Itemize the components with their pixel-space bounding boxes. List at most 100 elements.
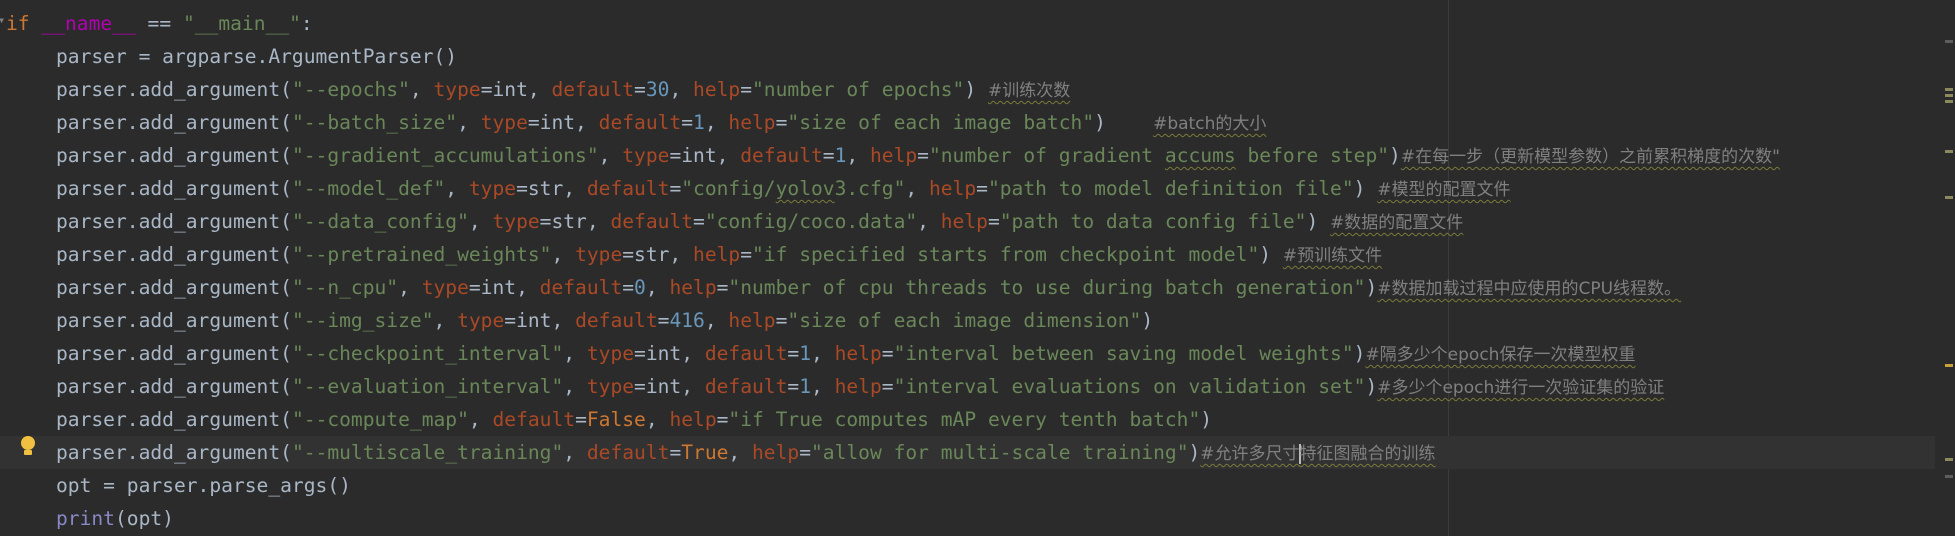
number-token: 30 xyxy=(645,78,670,101)
code-token: = xyxy=(716,276,729,299)
code-line[interactable]: parser.add_argument("--n_cpu", type=int,… xyxy=(0,271,1935,304)
code-token: parser.add_argument( xyxy=(56,144,292,167)
stripe-mark[interactable] xyxy=(1945,196,1953,199)
code-token: , xyxy=(398,276,422,299)
stripe-mark[interactable] xyxy=(1945,88,1953,91)
line-text: parser.add_argument("--pretrained_weight… xyxy=(56,238,1382,273)
string-token: "--batch_size" xyxy=(291,111,458,134)
param-token: default xyxy=(539,276,623,299)
stripe-mark[interactable] xyxy=(1945,40,1953,43)
param-token: help xyxy=(869,144,918,167)
keyword-token: True xyxy=(681,441,729,464)
line-text: opt = parser.parse_args() xyxy=(56,469,351,502)
code-line[interactable]: parser.add_argument("--pretrained_weight… xyxy=(0,238,1935,271)
line-text: parser.add_argument("--img_size", type=i… xyxy=(56,304,1153,337)
code-token: , xyxy=(563,441,587,464)
lightbulb-icon[interactable] xyxy=(20,436,36,460)
code-line[interactable]: parser.add_argument("--compute_map", def… xyxy=(0,403,1935,436)
typo-token: accums xyxy=(1164,144,1236,167)
code-token: opt = parser.parse_args() xyxy=(56,474,351,497)
string-token: 3.cfg" xyxy=(834,177,906,200)
code-token: ) xyxy=(1353,342,1366,365)
code-line[interactable]: parser.add_argument("--batch_size", type… xyxy=(0,106,1935,139)
number-token: 416 xyxy=(669,309,705,332)
code-token: parser.add_argument( xyxy=(56,309,292,332)
code-token: ) xyxy=(1259,243,1283,266)
code-token: ) xyxy=(1365,276,1378,299)
error-stripe[interactable] xyxy=(1943,0,1955,536)
param-token: type xyxy=(586,375,635,398)
code-token: = xyxy=(787,375,800,398)
param-token: default xyxy=(586,177,670,200)
param-token: type xyxy=(575,243,623,266)
code-token: = xyxy=(976,177,988,200)
code-token: , xyxy=(905,177,929,200)
code-token: = xyxy=(775,309,788,332)
param-token: type xyxy=(480,111,528,134)
comment-token: #多少个epoch进行一次验证集的验证 xyxy=(1377,378,1665,398)
param-token: type xyxy=(457,309,505,332)
code-line[interactable]: if __name__ == "__main__": xyxy=(0,7,1935,40)
param-token: default xyxy=(704,375,788,398)
stripe-mark[interactable] xyxy=(1945,475,1953,478)
line-text: if __name__ == "__main__": xyxy=(6,7,313,40)
code-line[interactable]: parser.add_argument("--gradient_accumula… xyxy=(0,139,1935,172)
code-token: , xyxy=(563,342,587,365)
code-line[interactable]: parser.add_argument("--data_config", typ… xyxy=(0,205,1935,238)
builtin-token: print xyxy=(56,507,115,530)
comment-token: #模型的配置文件 xyxy=(1377,180,1511,200)
string-token: "if specified starts from checkpoint mod… xyxy=(752,243,1260,266)
code-token: = xyxy=(575,408,587,431)
stripe-mark[interactable] xyxy=(1945,364,1953,367)
string-token: "--evaluation_interval" xyxy=(291,375,564,398)
stripe-mark[interactable] xyxy=(1945,94,1953,97)
code-editor[interactable]: ▾ if __name__ == "__main__": parser = ar… xyxy=(0,0,1955,536)
comment-token: #隔多少个epoch保存一次模型权重 xyxy=(1365,345,1636,365)
code-line[interactable]: opt = parser.parse_args() xyxy=(0,469,1935,502)
stripe-mark[interactable] xyxy=(1945,100,1953,103)
code-token: =int, xyxy=(480,78,552,101)
code-token: ) xyxy=(964,78,988,101)
code-token: ) xyxy=(1200,408,1213,431)
code-line[interactable]: parser = argparse.ArgumentParser() xyxy=(0,40,1935,73)
code-token: , xyxy=(811,375,835,398)
code-token: = xyxy=(787,342,800,365)
string-token: "allow for multi-scale training" xyxy=(811,441,1189,464)
code-line[interactable]: parser.add_argument("--img_size", type=i… xyxy=(0,304,1935,337)
code-token: , xyxy=(645,276,670,299)
operator-token: == xyxy=(135,12,183,35)
code-line[interactable]: parser.add_argument("--epochs", type=int… xyxy=(0,73,1935,106)
string-token: "if True computes mAP every tenth batch" xyxy=(728,408,1201,431)
string-token: "--n_cpu" xyxy=(291,276,399,299)
param-token: default xyxy=(575,309,658,332)
string-token: "number of gradient xyxy=(928,144,1165,167)
param-token: type xyxy=(622,144,670,167)
code-token: = xyxy=(681,111,694,134)
string-token: "config/ xyxy=(681,177,776,200)
code-token: parser.add_argument( xyxy=(56,342,292,365)
stripe-mark[interactable] xyxy=(1945,150,1953,153)
code-token: ) xyxy=(1306,210,1331,233)
code-line[interactable]: parser.add_argument("--checkpoint_interv… xyxy=(0,337,1935,370)
param-token: type xyxy=(433,78,481,101)
string-token: "--compute_map" xyxy=(291,408,469,431)
code-token: , xyxy=(917,210,941,233)
code-line-current[interactable]: parser.add_argument("--multiscale_traini… xyxy=(0,436,1935,469)
code-token: =str, xyxy=(622,243,694,266)
code-line[interactable]: parser.add_argument("--evaluation_interv… xyxy=(0,370,1935,403)
code-token: =str, xyxy=(516,177,587,200)
code-line[interactable]: parser.add_argument("--model_def", type=… xyxy=(0,172,1935,205)
code-token: , xyxy=(468,210,493,233)
code-token: , xyxy=(551,243,576,266)
number-token: 1 xyxy=(834,144,847,167)
comment-token: #batch的大小 xyxy=(1153,114,1267,134)
string-token: "--checkpoint_interval" xyxy=(291,342,564,365)
string-token: "size of each image dimension" xyxy=(787,309,1142,332)
param-token: default xyxy=(598,111,682,134)
code-token: , xyxy=(645,408,670,431)
stripe-mark[interactable] xyxy=(1945,458,1953,461)
code-token: = xyxy=(917,144,929,167)
param-token: help xyxy=(728,309,776,332)
code-line[interactable]: print(opt) xyxy=(0,502,1935,535)
code-area[interactable]: if __name__ == "__main__": parser = argp… xyxy=(0,7,1935,535)
